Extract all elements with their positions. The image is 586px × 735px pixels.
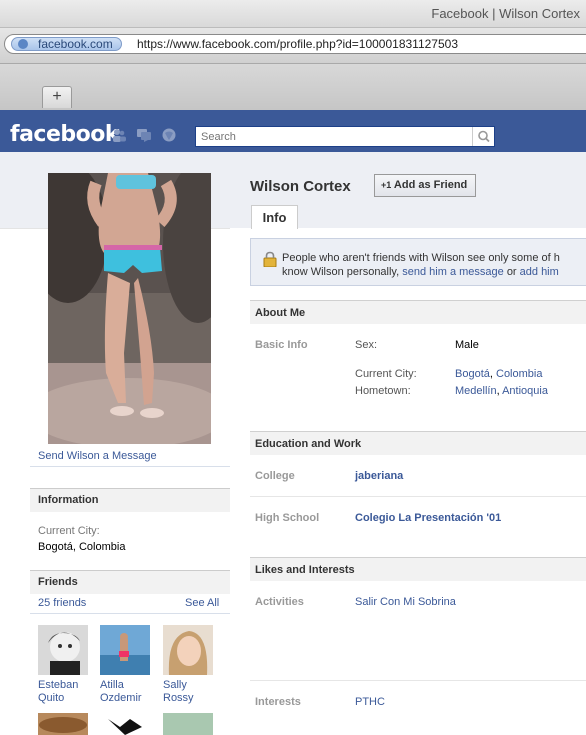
- notice-line2: know Wilson personally, send him a messa…: [282, 266, 559, 278]
- about-me-header: About Me: [250, 300, 586, 324]
- friend-name[interactable]: Atilla Ozdemir: [100, 679, 154, 705]
- add-him-link[interactable]: add him: [520, 266, 559, 278]
- friend-card[interactable]: [100, 713, 154, 735]
- friends-count-link[interactable]: 25 friends: [38, 597, 86, 609]
- site-identity-label: facebook.com: [38, 37, 113, 51]
- friends-header: Friends: [30, 570, 230, 594]
- site-identity-button[interactable]: facebook.com: [11, 37, 122, 51]
- activities-label: Activities: [255, 596, 304, 608]
- profile-photo-image: [48, 173, 211, 444]
- friend-photo-image: [163, 713, 213, 735]
- current-city-label: Current City:: [355, 368, 417, 380]
- friend-card[interactable]: Esteban Quito: [38, 625, 92, 705]
- friend-photo[interactable]: [100, 625, 150, 675]
- send-him-message-link[interactable]: send him a message: [402, 266, 504, 278]
- friend-card[interactable]: Atilla Ozdemir: [100, 625, 154, 705]
- divider: [250, 680, 586, 681]
- friend-photo-image: [38, 713, 88, 735]
- friend-photo[interactable]: [163, 625, 213, 675]
- facebook-header: facebook: [0, 110, 586, 152]
- tab-info[interactable]: Info: [251, 205, 298, 229]
- friend-photo-image: [38, 625, 88, 675]
- hometown-value: Medellín, Antioquia: [455, 385, 548, 397]
- new-tab-button[interactable]: +: [42, 86, 72, 108]
- sex-value: Male: [455, 339, 479, 351]
- url-text[interactable]: https://www.facebook.com/profile.php?id=…: [137, 37, 458, 51]
- friend-name[interactable]: Esteban Quito: [38, 679, 92, 705]
- notice-line1: People who aren't friends with Wilson se…: [282, 252, 560, 264]
- facebook-logo[interactable]: facebook: [10, 122, 120, 147]
- city-link[interactable]: Bogotá: [455, 368, 490, 380]
- divider: [30, 613, 230, 614]
- interests-link[interactable]: PTHC: [355, 696, 385, 708]
- divider: [30, 466, 230, 467]
- messages-icon[interactable]: [137, 128, 151, 142]
- hometown-label: Hometown:: [355, 385, 411, 397]
- hometown-city-link[interactable]: Medellín: [455, 385, 497, 397]
- magnifier-icon: [478, 130, 490, 143]
- current-city-label: Current City:: [38, 525, 100, 537]
- country-link[interactable]: Colombia: [496, 368, 542, 380]
- browser-title-bar: Facebook | Wilson Cortex: [0, 0, 586, 28]
- address-bar[interactable]: facebook.com https://www.facebook.com/pr…: [4, 34, 586, 54]
- friend-photo[interactable]: [38, 713, 88, 735]
- lock-icon: [263, 251, 277, 267]
- basic-info-label: Basic Info: [255, 339, 308, 351]
- hometown-region-link[interactable]: Antioquia: [502, 385, 548, 397]
- send-message-link[interactable]: Send Wilson a Message: [38, 450, 157, 462]
- add-friend-button[interactable]: +1 Add as Friend: [374, 174, 477, 197]
- education-header: Education and Work: [250, 431, 586, 455]
- divider: [250, 496, 586, 497]
- friend-card[interactable]: Sally Rossy: [163, 625, 217, 705]
- friend-photo-image: [100, 625, 150, 675]
- current-city-value: Bogotá, Colombia: [38, 541, 126, 553]
- browser-toolbar: facebook.com https://www.facebook.com/pr…: [0, 28, 586, 64]
- friend-name[interactable]: Sally Rossy: [163, 679, 217, 705]
- add-friend-icon: +1: [381, 180, 392, 190]
- globe-icon: [18, 39, 28, 49]
- search-box: [195, 126, 495, 147]
- friend-card[interactable]: [163, 713, 217, 735]
- window-title: Facebook | Wilson Cortex: [431, 6, 580, 21]
- information-header: Information: [30, 488, 230, 512]
- friend-photo[interactable]: [100, 713, 150, 735]
- profile-picture[interactable]: [48, 173, 211, 444]
- friend-photo[interactable]: [38, 625, 88, 675]
- high-school-link[interactable]: Colegio La Presentación '01: [355, 512, 501, 524]
- notifications-icon[interactable]: [162, 128, 176, 142]
- search-button[interactable]: [472, 127, 494, 146]
- friend-photo-image: [163, 625, 213, 675]
- add-friend-label: Add as Friend: [393, 179, 468, 191]
- likes-header: Likes and Interests: [250, 557, 586, 581]
- college-label: College: [255, 470, 295, 482]
- friends-icon[interactable]: [112, 128, 126, 142]
- friend-photo[interactable]: [163, 713, 213, 735]
- current-city-value: Bogotá, Colombia: [455, 368, 543, 380]
- profile-name: Wilson Cortex: [250, 178, 351, 195]
- tab-strip: +: [0, 64, 586, 110]
- friend-card[interactable]: [38, 713, 92, 735]
- see-all-link[interactable]: See All: [185, 597, 219, 609]
- friend-photo-image: [100, 713, 150, 735]
- college-link[interactable]: jaberiana: [355, 470, 403, 482]
- activities-link[interactable]: Salir Con Mi Sobrina: [355, 596, 456, 608]
- high-school-label: High School: [255, 512, 320, 524]
- sex-label: Sex:: [355, 339, 378, 351]
- interests-label: Interests: [255, 696, 301, 708]
- privacy-notice: People who aren't friends with Wilson se…: [250, 238, 586, 286]
- search-input[interactable]: [196, 127, 472, 146]
